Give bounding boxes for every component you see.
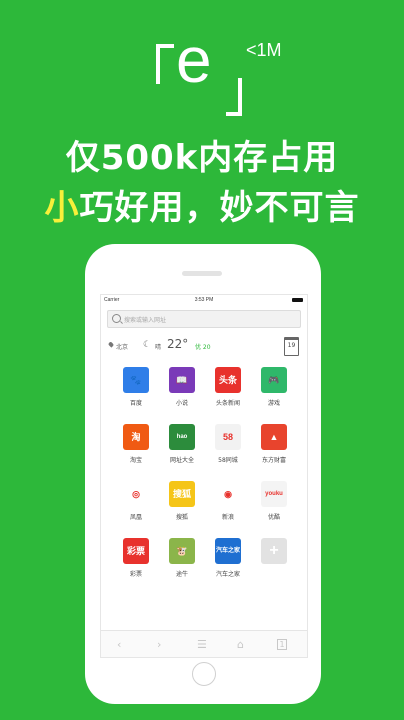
phone-speaker (182, 271, 222, 276)
status-time: 3:53 PM (194, 297, 214, 303)
logo: e <1M (150, 28, 310, 124)
taobao-icon: 淘 (123, 424, 149, 450)
search-placeholder: 搜索或输入网址 (124, 317, 167, 324)
calendar-icon[interactable]: 19 (284, 337, 299, 356)
app-shortcut[interactable]: 🐮 途牛 (159, 538, 205, 590)
app-shortcut[interactable]: ◎ 凤凰 (113, 481, 159, 533)
size-badge: <1M (246, 40, 282, 60)
phone-frame: Carrier 3:53 PM 搜索或输入网址 北京 ☾ 晴 22° 优 20 … (85, 244, 321, 704)
browser-screen: Carrier 3:53 PM 搜索或输入网址 北京 ☾ 晴 22° 优 20 … (100, 294, 308, 658)
toutiao-icon: 头条 (215, 367, 241, 393)
app-shortcut[interactable]: ◉ 新浪 (205, 481, 251, 533)
weather-temperature: 22° (167, 337, 189, 351)
hao123-icon: hao (169, 424, 195, 450)
gamepad-icon: 🎮 (261, 367, 287, 393)
tabs-icon[interactable]: 1 (277, 639, 287, 650)
air-quality: 优 20 (195, 344, 211, 351)
tagline-slogan: 小巧好用，妙不可言 (0, 180, 404, 229)
home-icon[interactable]: ⌂ (237, 638, 244, 651)
app-shortcut[interactable]: 搜狐 搜狐 (159, 481, 205, 533)
app-shortcut[interactable]: 58 58同城 (205, 424, 251, 476)
tagline-rest: 巧好用，妙不可言 (79, 188, 360, 228)
add-icon: + (261, 538, 287, 564)
app-shortcut[interactable]: 汽车之家 汽车之家 (205, 538, 251, 590)
app-shortcut[interactable]: youku 优酷 (251, 481, 297, 533)
app-shortcut[interactable]: + (251, 538, 297, 590)
eastmoney-icon: ▲ (261, 424, 287, 450)
lottery-icon: 彩票 (123, 538, 149, 564)
book-icon: 📖 (169, 367, 195, 393)
58-icon: 58 (215, 424, 241, 450)
app-label: 汽车之家 (215, 571, 240, 578)
app-shortcut[interactable]: 🐾 百度 (113, 367, 159, 419)
bottom-nav: ‹ › ☰ ⌂ 1 (101, 630, 307, 657)
weather-city: 北京 (116, 344, 129, 351)
baidu-icon: 🐾 (123, 367, 149, 393)
phone-home-button (192, 662, 216, 686)
logo-bracket-top-left (156, 44, 174, 84)
app-label: 东方财富 (261, 457, 286, 464)
weibo-icon: ◉ (215, 481, 241, 507)
moon-icon: ☾ (143, 340, 152, 350)
app-shortcut[interactable]: 头条 头条新闻 (205, 367, 251, 419)
logo-bracket-bottom-right (226, 78, 242, 116)
search-input[interactable]: 搜索或输入网址 (107, 310, 301, 328)
app-shortcut[interactable]: 📖 小说 (159, 367, 205, 419)
autohome-icon: 汽车之家 (215, 538, 241, 564)
app-shortcut[interactable]: ▲ 东方财富 (251, 424, 297, 476)
tagline-highlight: 小 (44, 188, 80, 228)
youku-icon: youku (261, 481, 287, 507)
menu-icon[interactable]: ☰ (197, 638, 207, 651)
sohu-icon: 搜狐 (169, 481, 195, 507)
weather-bar[interactable]: 北京 ☾ 晴 22° 优 20 19 (107, 337, 299, 356)
ifeng-icon: ◎ (123, 481, 149, 507)
weather-condition: 晴 (155, 344, 162, 351)
forward-icon[interactable]: › (157, 638, 161, 651)
logo-letter: e (176, 24, 212, 96)
app-shortcut[interactable]: 淘淘宝 (113, 424, 159, 476)
tagline-memory: 仅500k内存占用 (65, 138, 339, 178)
location-pin-icon (107, 341, 115, 348)
search-icon (112, 314, 121, 323)
app-label: 优酷 (267, 514, 280, 521)
back-icon[interactable]: ‹ (117, 638, 121, 651)
battery-icon (292, 298, 303, 302)
app-shortcut[interactable]: hao 网址大全 (159, 424, 205, 476)
tuniu-icon: 🐮 (169, 538, 195, 564)
app-shortcut[interactable]: 🎮 游戏 (251, 367, 297, 419)
app-shortcut[interactable]: 彩票 彩票 (113, 538, 159, 590)
status-bar: Carrier 3:53 PM (101, 295, 307, 305)
app-label: 游戏 (267, 400, 280, 407)
